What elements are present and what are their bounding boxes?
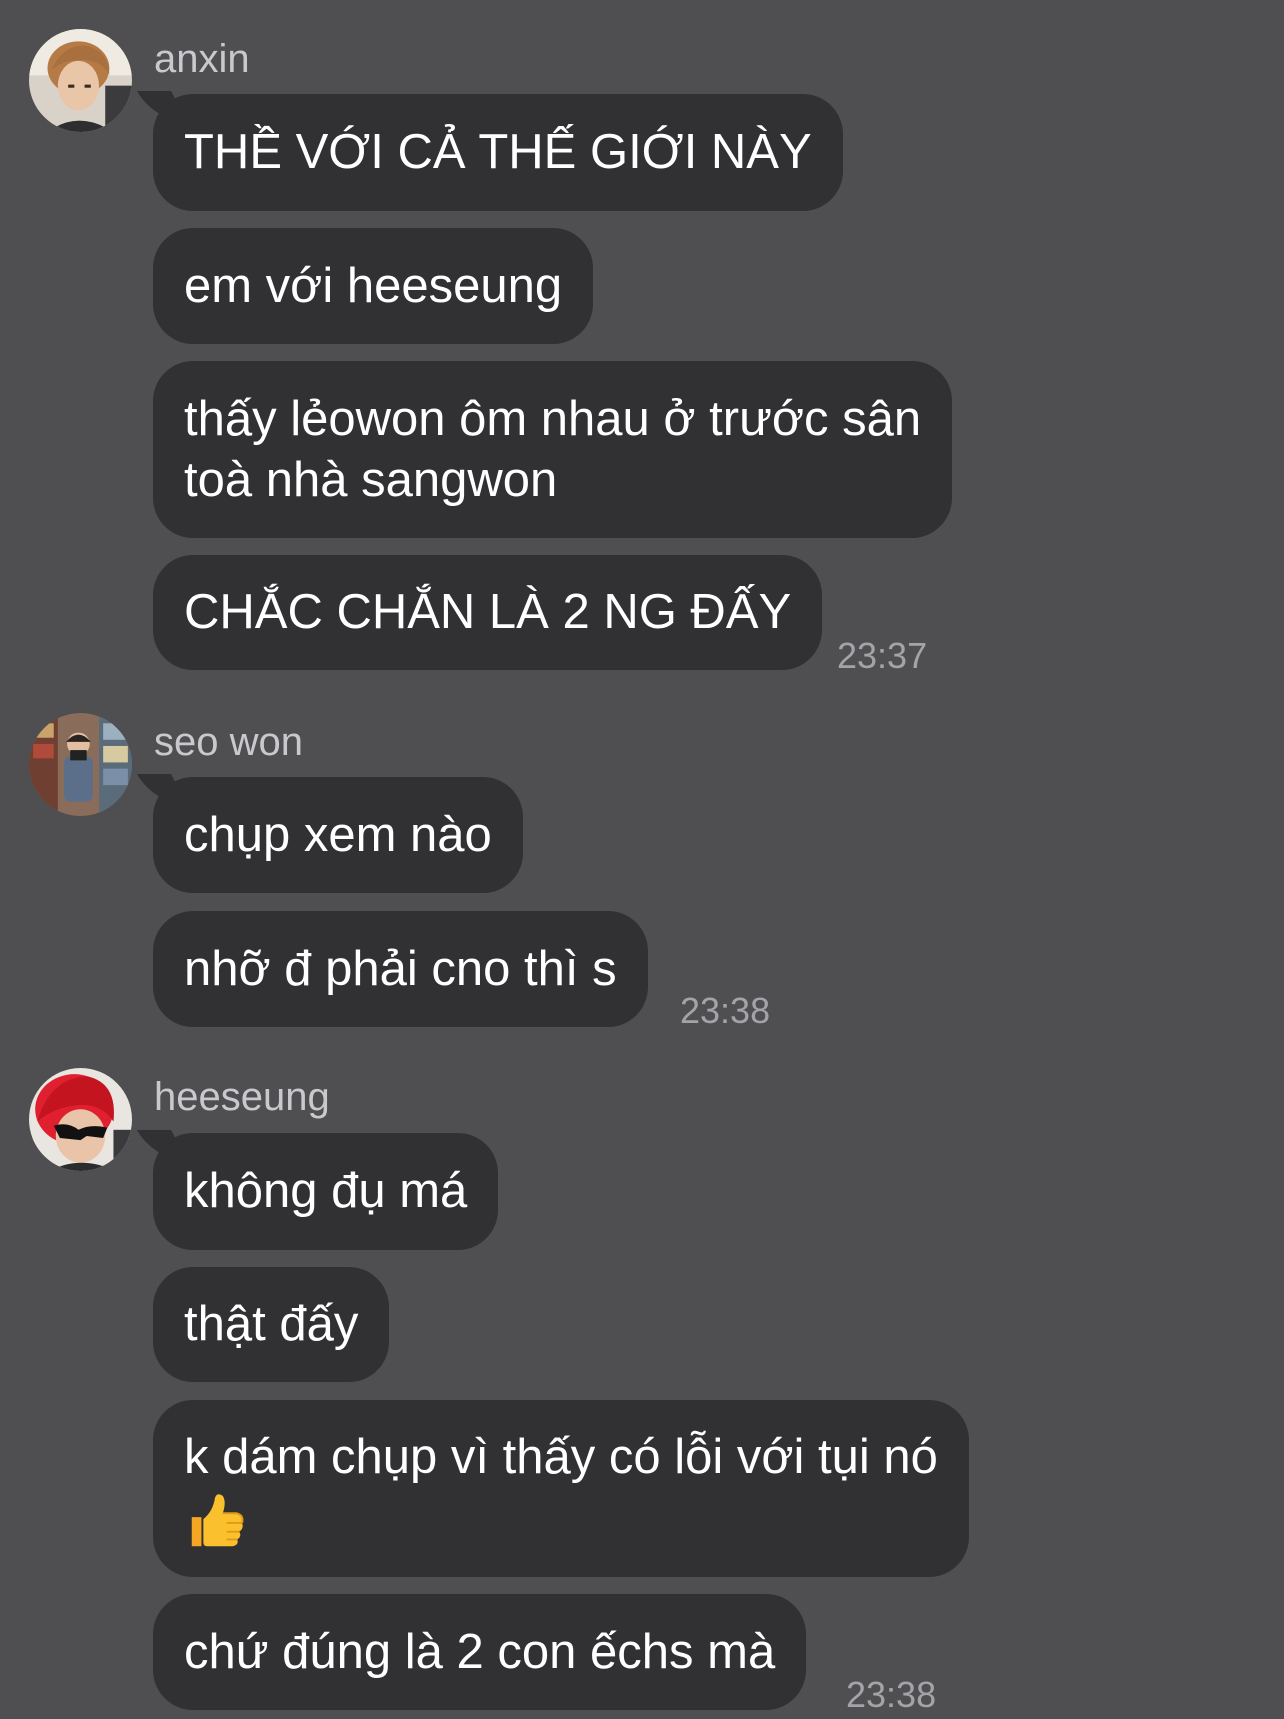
message-text: k dám chụp vì thấy có lỗi với tụi nó xyxy=(184,1430,938,1484)
message-text: chụp xem nào xyxy=(184,808,492,862)
message-bubble[interactable]: em với heeseung xyxy=(153,228,594,344)
message-emoji-line xyxy=(184,1488,938,1552)
message-timestamp: 23:37 xyxy=(837,635,928,676)
message-text: thật đấy xyxy=(184,1297,359,1351)
message-bubble[interactable]: chụp xem nào xyxy=(153,777,523,893)
user-avatar-photo-icon xyxy=(29,29,132,132)
avatar-anxin[interactable] xyxy=(29,29,132,132)
message-text: CHẮC CHẮN LÀ 2 NG ĐẤY xyxy=(184,585,792,639)
message-timestamp: 23:38 xyxy=(846,1674,937,1715)
message-text: nhỡ đ phải cno thì s xyxy=(184,942,617,996)
avatar-seo-won[interactable] xyxy=(29,713,132,816)
message-text: không đụ má xyxy=(184,1164,468,1218)
message-bubble[interactable]: nhỡ đ phải cno thì s xyxy=(153,911,648,1027)
sender-name: anxin xyxy=(154,37,250,81)
thumbs-up-icon xyxy=(191,1494,244,1547)
message-bubble[interactable]: CHẮC CHẮN LÀ 2 NG ĐẤY xyxy=(153,555,823,670)
sender-name: seo won xyxy=(154,720,303,764)
message-timestamp: 23:38 xyxy=(680,990,771,1031)
message-bubble[interactable]: thấy lẻowon ôm nhau ở trước sân toà nhà … xyxy=(153,361,953,538)
message-text: chứ đúng là 2 con ếchs mà xyxy=(184,1625,776,1679)
message-bubble[interactable]: THỀ VỚI CẢ THẾ GIỚI NÀY xyxy=(153,94,843,211)
sender-name: heeseung xyxy=(154,1075,330,1119)
message-bubble[interactable]: không đụ má xyxy=(153,1133,499,1250)
message-text: toà nhà sangwon xyxy=(184,453,558,507)
message-text: em với heeseung xyxy=(184,259,563,313)
message-bubble[interactable]: thật đấy xyxy=(153,1267,390,1382)
message-text: thấy lẻowon ôm nhau ở trước sân xyxy=(184,392,922,446)
message-text: THỀ VỚI CẢ THẾ GIỚI NÀY xyxy=(184,125,812,179)
user-avatar-photo-icon xyxy=(29,1068,132,1171)
message-bubble[interactable]: k dám chụp vì thấy có lỗi với tụi nó xyxy=(153,1400,969,1577)
user-avatar-photo-icon xyxy=(29,713,132,816)
avatar-heeseung[interactable] xyxy=(29,1068,132,1171)
message-bubble[interactable]: chứ đúng là 2 con ếchs mà xyxy=(153,1594,807,1710)
